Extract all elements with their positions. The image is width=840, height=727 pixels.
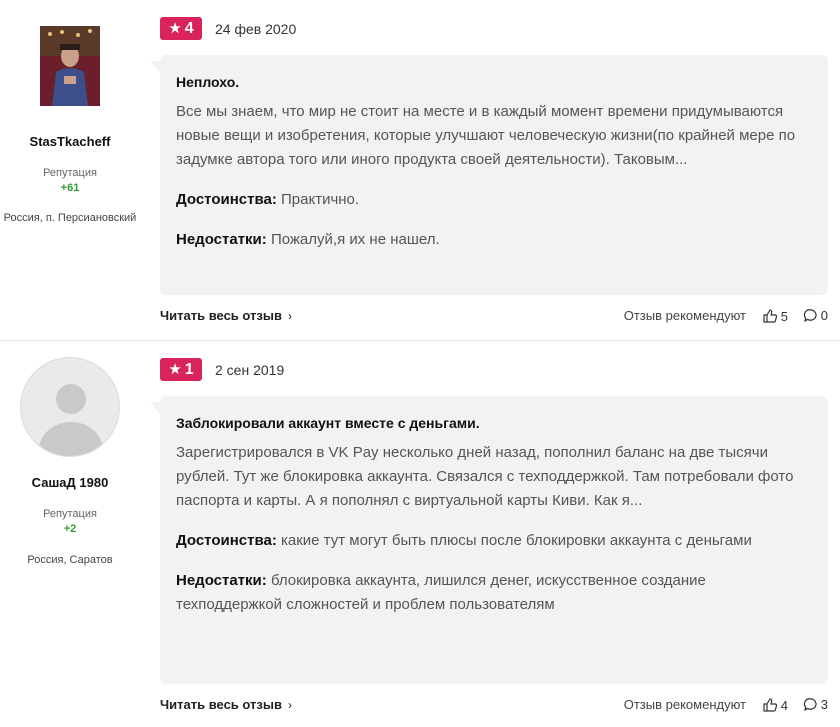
cons-label: Недостатки: — [176, 572, 267, 589]
likes-count: 4 — [780, 697, 788, 713]
avatar[interactable] — [20, 357, 120, 457]
comments-count: 3 — [820, 697, 828, 712]
review-card: StasTkacheff Репутация +61 Россия, п. Пе… — [0, 0, 840, 340]
review-date: 2 сен 2019 — [215, 362, 285, 378]
pros-label: Достоинства: — [176, 191, 277, 208]
review-card: СашаД 1980 Репутация +2 Россия, Саратов … — [0, 341, 840, 727]
rating-value: 1 — [184, 360, 194, 378]
cons-label: Недостатки: — [176, 231, 267, 248]
review-cons: Недостатки: Пожалуй,я их не нашел. — [176, 228, 812, 252]
reputation-label: Репутация — [43, 167, 97, 179]
like-button[interactable]: 4 — [762, 697, 788, 713]
avatar[interactable] — [40, 26, 100, 106]
author-location: Россия, Саратов — [27, 554, 113, 566]
review-pros: Достоинства: Практично. — [176, 188, 812, 212]
rating-badge: ★ 4 — [160, 17, 202, 40]
cons-text: Пожалуй,я их не нашел. — [270, 231, 440, 248]
read-more-label: Читать весь отзыв — [160, 697, 282, 712]
star-icon: ★ — [168, 361, 182, 378]
comments-count: 0 — [820, 308, 828, 323]
reputation-label: Репутация — [43, 508, 97, 520]
review-date: 24 фев 2020 — [215, 21, 297, 37]
review-body: Неплохо. Все мы знаем, что мир не стоит … — [150, 55, 828, 295]
chevron-right-icon: › — [287, 697, 292, 712]
comments-button[interactable]: 3 — [803, 697, 828, 712]
read-full-review-link[interactable]: Читать весь отзыв › — [160, 697, 292, 712]
review-text: Все мы знаем, что мир не стоит на месте … — [176, 103, 796, 168]
pros-text: Практично. — [281, 191, 360, 208]
read-more-label: Читать весь отзыв — [160, 308, 282, 323]
star-icon: ★ — [168, 20, 182, 37]
review-cons: Недостатки: блокировка аккаунта, лишился… — [176, 569, 812, 617]
likes-count: 5 — [780, 308, 788, 324]
author-name[interactable]: СашаД 1980 — [0, 475, 140, 490]
comment-icon — [803, 698, 817, 711]
reputation-value: +2 — [63, 523, 77, 535]
author-location: Россия, п. Персиановский — [3, 212, 137, 224]
review-footer: Читать весь отзыв › Отзыв рекомендуют 5 … — [160, 308, 828, 328]
comments-button[interactable]: 0 — [803, 308, 828, 323]
read-full-review-link[interactable]: Читать весь отзыв › — [160, 308, 292, 323]
thumbs-up-icon — [763, 698, 777, 712]
recommend-label: Отзыв рекомендуют — [623, 308, 746, 323]
rating-badge: ★ 1 — [160, 358, 202, 381]
thumbs-up-icon — [763, 309, 777, 323]
comment-icon — [803, 309, 817, 322]
author-name[interactable]: StasTkacheff — [0, 134, 140, 149]
pros-text: какие тут могут быть плюсы после блокиро… — [281, 532, 752, 549]
chevron-right-icon: › — [287, 308, 292, 323]
like-button[interactable]: 5 — [762, 308, 788, 324]
pros-label: Достоинства: — [176, 532, 277, 549]
review-body: Заблокировали аккаунт вместе с деньгами.… — [150, 396, 828, 684]
recommend-label: Отзыв рекомендуют — [623, 697, 746, 712]
review-title[interactable]: Заблокировали аккаунт вместе с деньгами. — [176, 415, 812, 431]
review-text: Зарегистрировался в VK Pay несколько дне… — [176, 444, 794, 509]
review-footer: Читать весь отзыв › Отзыв рекомендуют 4 … — [160, 697, 828, 717]
reputation-value: +61 — [60, 182, 80, 194]
review-pros: Достоинства: какие тут могут быть плюсы … — [176, 529, 812, 553]
rating-value: 4 — [184, 19, 194, 37]
review-title[interactable]: Неплохо. — [176, 74, 812, 90]
